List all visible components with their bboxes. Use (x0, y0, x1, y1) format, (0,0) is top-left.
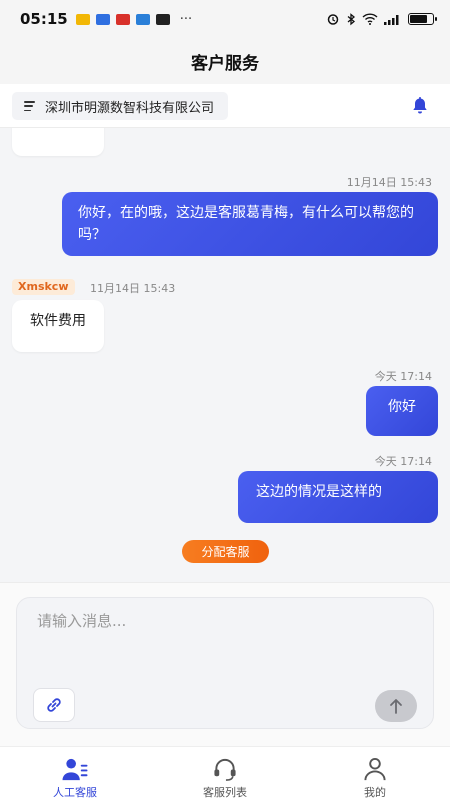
status-bar: 05:15 ··· (0, 0, 450, 38)
tab-label: 人工客服 (53, 786, 97, 799)
previous-message-bubble (12, 128, 104, 156)
composer (0, 582, 450, 746)
signal-icon (384, 15, 399, 25)
bank-notification-icon (115, 13, 130, 25)
message-time: 11月14日 15:43 (346, 176, 432, 189)
message-input-box (16, 597, 434, 729)
tab-label: 我的 (364, 786, 386, 799)
alarm-icon (327, 14, 339, 25)
more-notifications-icon: ··· (179, 11, 193, 27)
user-name-badge: Xmskcw (12, 279, 75, 295)
mail-notification-icon (75, 13, 90, 25)
company-selector[interactable]: 深圳市明灏数智科技有限公司 (12, 92, 229, 120)
menu-icon (24, 101, 35, 111)
tab-label: 客服列表 (203, 786, 247, 799)
bell-icon[interactable] (410, 96, 430, 116)
tab-bar: 人工客服 客服列表 我的 (0, 746, 450, 800)
status-time: 05:15 (20, 10, 68, 28)
page-title: 客户服务 (191, 53, 259, 74)
chat-area[interactable]: 11月14日 15:43 你好，在的哦，这边是客服葛青梅，有什么可以帮您的吗？ … (0, 128, 450, 582)
outgoing-message: 这边的情况是这样的 (238, 471, 438, 523)
system-icons (326, 12, 437, 26)
customer-service-icon (62, 758, 88, 781)
wifi-icon (362, 13, 378, 25)
tab-agent-list[interactable]: 客服列表 (150, 747, 300, 800)
tab-profile[interactable]: 我的 (300, 747, 450, 800)
attach-link-button[interactable] (33, 688, 75, 722)
message-time: 11月14日 15:43 (90, 282, 176, 295)
send-button[interactable] (375, 690, 417, 722)
assign-agent-button[interactable]: 分配客服 (182, 540, 269, 563)
outgoing-message: 你好，在的哦，这边是客服葛青梅，有什么可以帮您的吗？ (62, 192, 438, 256)
tab-customer-service[interactable]: 人工客服 (0, 747, 150, 800)
message-notification-icon (135, 13, 150, 25)
message-input[interactable] (37, 612, 407, 630)
notification-icons: ··· (75, 11, 193, 27)
company-name: 深圳市明灏数智科技有限公司 (45, 100, 215, 116)
title-bar: 客户服务 (0, 38, 450, 84)
incoming-message: 软件费用 (12, 300, 104, 352)
news-notification-icon (155, 13, 170, 25)
battery-icon (408, 13, 437, 25)
headset-icon (214, 758, 236, 781)
company-bar: 深圳市明灏数智科技有限公司 (0, 84, 450, 128)
message-time: 今天 17:14 (374, 370, 432, 383)
link-icon (47, 698, 61, 712)
arrow-up-icon (390, 699, 402, 714)
app-notification-icon (95, 13, 110, 25)
message-time: 今天 17:14 (374, 455, 432, 468)
person-icon (364, 757, 386, 781)
outgoing-message: 你好 (366, 386, 438, 436)
bluetooth-icon (347, 12, 356, 25)
